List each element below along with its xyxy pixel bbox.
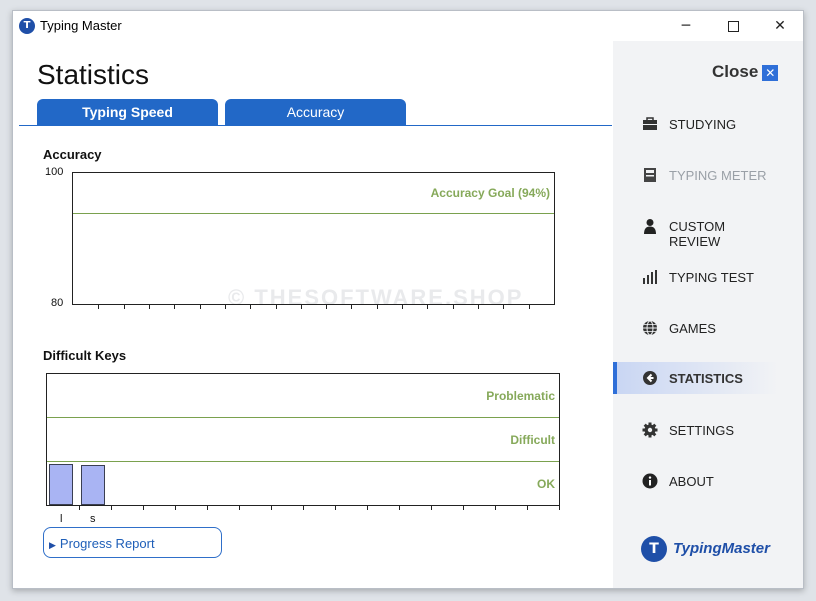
- accuracy-x-tick: [225, 304, 226, 309]
- typingmaster-logo-icon: T: [19, 18, 35, 34]
- briefcase-icon: [643, 117, 657, 130]
- difficult-keys-x-tick: [175, 505, 176, 510]
- y-axis-bottom-label: 80: [51, 297, 64, 309]
- y-axis-top-label: 100: [45, 166, 64, 178]
- accuracy-x-tick: [174, 304, 175, 309]
- accuracy-x-tick: [301, 304, 302, 309]
- difficult-keys-x-tick: [431, 505, 432, 510]
- difficult-keys-x-tick: [271, 505, 272, 510]
- sidebar-item-typing-meter[interactable]: TYPING METER: [613, 159, 778, 191]
- sidebar-item-label: STUDYING: [669, 117, 737, 132]
- accuracy-goal-line: [73, 213, 554, 214]
- brand-name: TypingMaster: [673, 540, 770, 557]
- title-bar: T Typing Master ─ ✕: [13, 11, 803, 41]
- difficult-keys-x-tick: [399, 505, 400, 510]
- globe-icon: [643, 320, 657, 336]
- key-label-s: s: [90, 513, 96, 525]
- back-arrow-icon: [643, 371, 657, 385]
- accuracy-x-tick: [377, 304, 378, 309]
- window-close-button[interactable]: ✕: [757, 11, 803, 41]
- accuracy-chart-title: Accuracy: [43, 147, 102, 162]
- maximize-icon: [727, 20, 739, 32]
- sidebar-item-label: TYPING METER: [669, 168, 767, 183]
- accuracy-x-tick: [276, 304, 277, 309]
- accuracy-x-tick: [250, 304, 251, 309]
- difficult-keys-x-tick: [207, 505, 208, 510]
- maximize-button[interactable]: [710, 11, 756, 41]
- progress-report-button[interactable]: ▶ Progress Report: [43, 527, 222, 558]
- band-label-ok: OK: [537, 477, 555, 491]
- sidebar: Close ✕ STUDYING TYPING METER CUSTOM REVI…: [613, 41, 803, 588]
- close-x-icon: ✕: [762, 64, 779, 81]
- accuracy-chart: Accuracy Goal (94%): [72, 172, 555, 309]
- typingmaster-brand-icon: T: [641, 536, 667, 562]
- difficult-keys-x-tick: [335, 505, 336, 510]
- key-label-l: l: [60, 513, 63, 525]
- accuracy-x-tick: [529, 304, 530, 309]
- sidebar-item-label: TYPING TEST: [669, 270, 754, 285]
- main-panel: Statistics Typing Speed Accuracy © THESO…: [13, 41, 613, 588]
- calculator-icon: [644, 168, 656, 182]
- accuracy-x-tick: [453, 304, 454, 309]
- caret-right-icon: ▶: [49, 540, 56, 550]
- sidebar-item-label: SETTINGS: [669, 423, 735, 438]
- accuracy-x-tick: [503, 304, 504, 309]
- gear-icon: [642, 422, 658, 438]
- accuracy-x-tick: [149, 304, 150, 309]
- accuracy-x-tick: [351, 304, 352, 309]
- sidebar-item-label: GAMES: [669, 321, 716, 336]
- difficult-keys-x-tick: [367, 505, 368, 510]
- accuracy-x-tick: [124, 304, 125, 309]
- window-title: Typing Master: [40, 18, 122, 33]
- difficult-band-line: [47, 461, 559, 462]
- sidebar-item-typing-test[interactable]: TYPING TEST: [613, 261, 778, 293]
- band-label-difficult: Difficult: [510, 433, 555, 447]
- difficult-key-bar-l[interactable]: [49, 464, 73, 505]
- difficult-keys-title: Difficult Keys: [43, 348, 127, 363]
- band-label-problematic: Problematic: [486, 389, 555, 403]
- difficult-keys-x-tick: [79, 505, 80, 510]
- close-panel-label: Close: [712, 62, 759, 81]
- difficult-keys-x-tick: [559, 505, 560, 510]
- tab-typing-speed[interactable]: Typing Speed: [37, 99, 218, 125]
- difficult-keys-x-tick: [303, 505, 304, 510]
- bar-chart-icon: [643, 270, 657, 284]
- sidebar-item-label: ABOUT: [669, 474, 714, 489]
- minimize-button[interactable]: ─: [663, 11, 709, 41]
- accuracy-goal-label: Accuracy Goal (94%): [430, 186, 550, 200]
- sidebar-item-label: STATISTICS: [669, 371, 743, 386]
- sidebar-item-studying[interactable]: STUDYING: [613, 108, 778, 140]
- difficult-keys-x-tick: [527, 505, 528, 510]
- progress-report-label: Progress Report: [59, 536, 155, 551]
- accuracy-x-tick: [402, 304, 403, 309]
- sidebar-item-about[interactable]: ABOUT: [613, 465, 778, 497]
- tab-underline: [19, 125, 612, 126]
- difficult-key-bar-s[interactable]: [81, 465, 105, 505]
- close-panel-button[interactable]: Close ✕: [712, 62, 779, 82]
- sidebar-item-statistics[interactable]: STATISTICS: [613, 362, 778, 394]
- sidebar-item-settings[interactable]: SETTINGS: [613, 414, 778, 446]
- accuracy-x-tick: [200, 304, 201, 309]
- sidebar-item-label: CUSTOM REVIEW: [669, 219, 726, 249]
- difficult-keys-x-tick: [495, 505, 496, 510]
- difficult-keys-x-tick: [239, 505, 240, 510]
- sidebar-item-games[interactable]: GAMES: [613, 312, 778, 344]
- person-icon: [644, 219, 656, 234]
- sidebar-item-custom-review[interactable]: CUSTOM REVIEW: [613, 210, 778, 249]
- info-icon: [642, 473, 658, 489]
- difficult-keys-chart: Problematic Difficult OK: [46, 373, 560, 510]
- page-title: Statistics: [37, 59, 150, 90]
- accuracy-x-tick: [98, 304, 99, 309]
- difficult-keys-x-tick: [111, 505, 112, 510]
- app-window: T Typing Master ─ ✕ Statistics Typing Sp…: [12, 10, 804, 589]
- accuracy-x-tick: [326, 304, 327, 309]
- tab-accuracy[interactable]: Accuracy: [225, 99, 406, 125]
- difficult-keys-x-tick: [143, 505, 144, 510]
- difficult-keys-x-tick: [463, 505, 464, 510]
- accuracy-x-tick: [478, 304, 479, 309]
- accuracy-x-tick: [427, 304, 428, 309]
- problematic-band-line: [47, 417, 559, 418]
